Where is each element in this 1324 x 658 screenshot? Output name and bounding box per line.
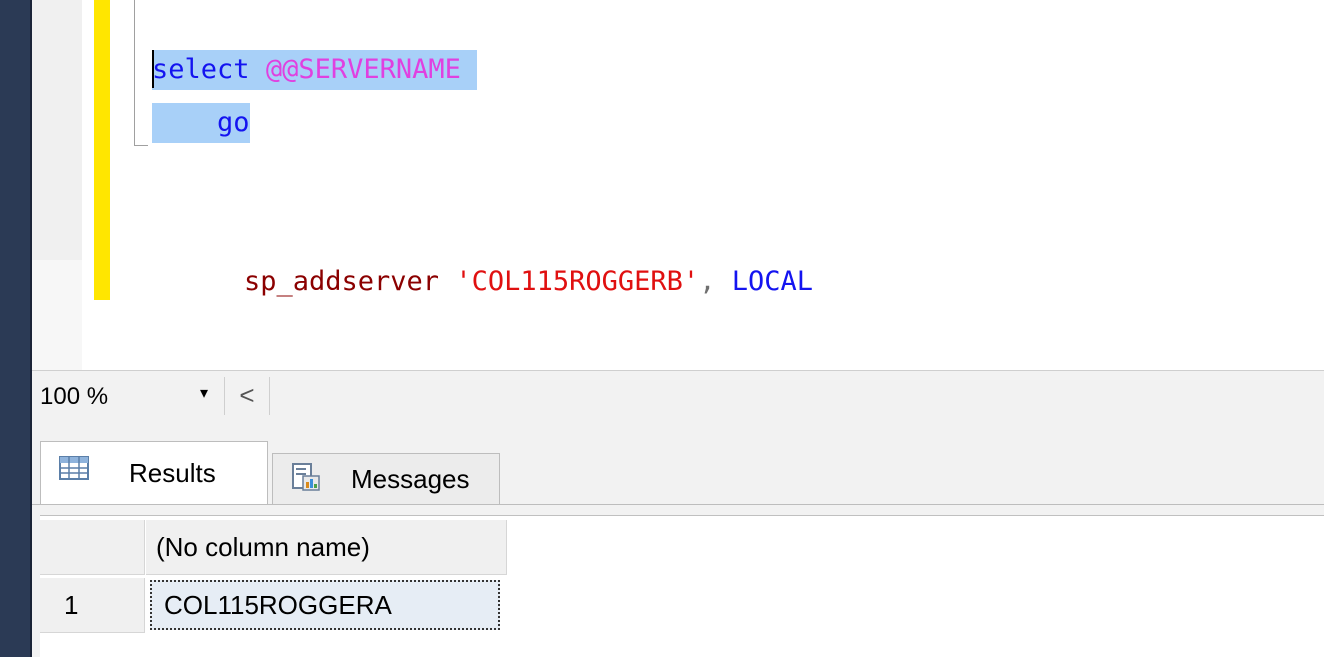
grid-icon (59, 456, 89, 480)
outline-bracket-end (134, 145, 148, 146)
string-literal: 'COL115ROGGERB' (455, 266, 700, 297)
keyword-select: select (152, 54, 250, 85)
editor-gutter-lower (32, 260, 82, 370)
query-editor[interactable]: select @@SERVERNAME go sp_addserver 'COL… (32, 0, 1324, 370)
tab-messages[interactable]: Messages (272, 453, 500, 505)
system-variable-servername: @@SERVERNAME (265, 54, 461, 85)
text-caret (152, 50, 154, 88)
results-grid[interactable]: (No column name) 1 COL115ROGGERA (40, 515, 1324, 658)
keyword-go: go (217, 107, 250, 138)
row-number-label: 1 (64, 590, 79, 620)
tab-results-label: Results (129, 458, 216, 488)
zoom-dropdown[interactable]: 100 % ▾ (36, 379, 226, 413)
cell-value: COL115ROGGERA (164, 590, 392, 620)
grid-header-row: (No column name) (40, 520, 510, 576)
procedure-name: sp_addserver (244, 266, 440, 297)
code-line-select[interactable]: select @@SERVERNAME (152, 50, 478, 90)
code-line-addserver[interactable]: sp_addserver 'COL115ROGGERB', LOCAL (244, 262, 813, 302)
tab-messages-label: Messages (351, 464, 470, 494)
selected-cell[interactable]: COL115ROGGERA (150, 580, 500, 630)
zoom-bar: 100 % ▾ < (32, 370, 1324, 424)
results-pane: Results Messages (No column name) 1 COL1… (32, 423, 1324, 658)
chevron-down-icon[interactable]: ▾ (200, 383, 208, 403)
tab-strip-border (32, 504, 1324, 505)
zoom-value: 100 % (40, 383, 109, 410)
row-number-header[interactable] (40, 520, 145, 575)
column-header-label: (No column name) (156, 532, 370, 562)
tab-results[interactable]: Results (40, 441, 268, 505)
scroll-left-button[interactable]: < (224, 377, 270, 415)
window-left-edge (0, 0, 32, 657)
messages-icon (291, 462, 321, 491)
code-line-go[interactable]: go (152, 103, 250, 143)
outline-bracket (134, 0, 135, 145)
row-number[interactable]: 1 (40, 578, 145, 633)
table-row[interactable]: 1 COL115ROGGERA (40, 578, 510, 634)
column-header[interactable]: (No column name) (146, 520, 507, 575)
keyword-local: LOCAL (731, 266, 813, 297)
change-tracking-marker (94, 0, 110, 300)
comma: , (699, 266, 716, 297)
